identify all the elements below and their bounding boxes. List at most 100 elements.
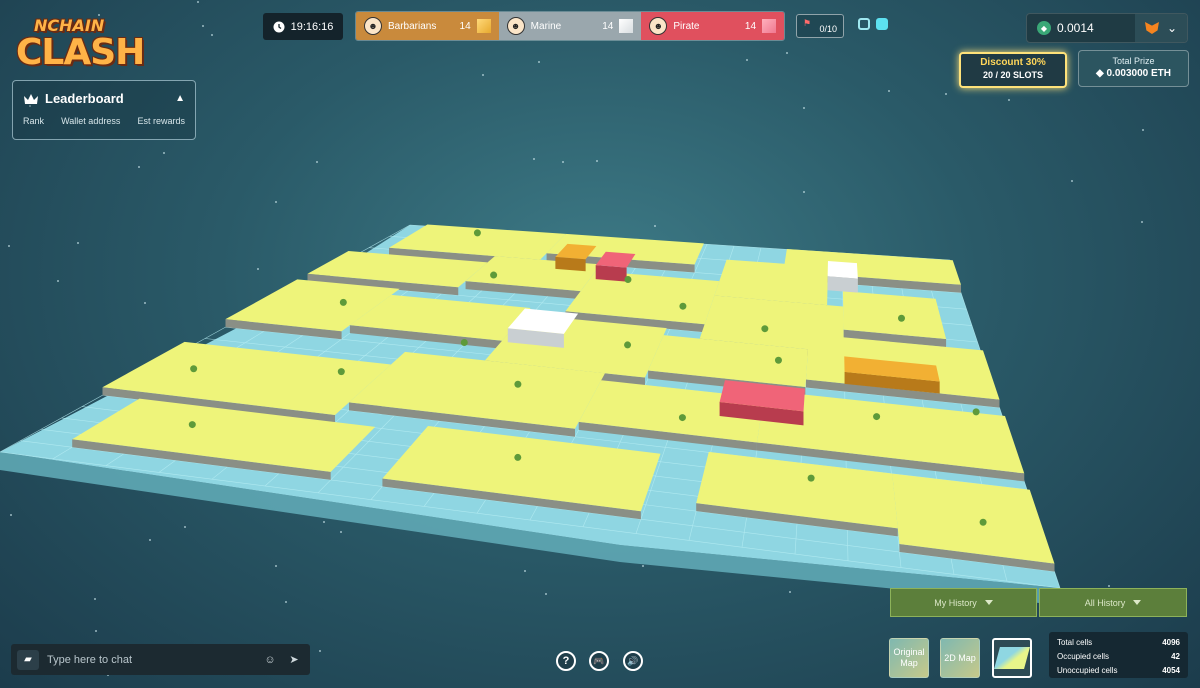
gamepad-button[interactable]: 🎮 bbox=[589, 651, 609, 671]
chevron-down-icon: ⌄ bbox=[1166, 21, 1178, 35]
emoji-icon[interactable]: ☺ bbox=[262, 652, 278, 668]
metamask-dropdown[interactable]: ⌄ bbox=[1135, 14, 1187, 42]
timer-value: 19:16:16 bbox=[290, 20, 334, 33]
tree-icon bbox=[897, 314, 905, 322]
team-count: 14 bbox=[744, 20, 757, 32]
tree-icon bbox=[774, 356, 782, 364]
send-icon[interactable]: ➤ bbox=[286, 652, 302, 668]
my-history-label: My History bbox=[934, 597, 977, 608]
team-barbarians[interactable]: ☻ Barbarians 14 bbox=[356, 12, 499, 40]
triangle-down-icon bbox=[1133, 600, 1142, 605]
2d-map-label: 2D Map bbox=[944, 652, 976, 663]
chat-input[interactable] bbox=[47, 653, 262, 666]
yellow-cube-icon bbox=[476, 19, 491, 33]
eth-icon: ◆ bbox=[1037, 21, 1051, 35]
team-name: Pirate bbox=[673, 20, 700, 32]
logo-main-text: CLASH bbox=[16, 32, 145, 73]
prize-label: Total Prize bbox=[1112, 56, 1155, 66]
marine-block-side bbox=[827, 276, 858, 293]
white-cube-icon bbox=[619, 19, 634, 33]
all-history-label: All History bbox=[1084, 597, 1126, 608]
team-count: 14 bbox=[459, 20, 471, 32]
wallet-widget[interactable]: ◆ 0.0014 ⌄ bbox=[1026, 13, 1188, 43]
flag-icon: ⚑ bbox=[803, 18, 812, 28]
unoccupied-cells-label: Unoccupied cells bbox=[1057, 666, 1118, 675]
unoccupied-cells-value: 4054 bbox=[1162, 666, 1180, 675]
my-history-dropdown[interactable]: My History bbox=[890, 588, 1037, 617]
pirate-block-side bbox=[595, 265, 627, 282]
tree-icon bbox=[190, 365, 198, 373]
3d-map-thumbnail-icon bbox=[994, 647, 1030, 669]
chat-bubble-icon[interactable]: ▰ bbox=[17, 649, 39, 670]
unoccupied-cells-row: Unoccupied cells 4054 bbox=[1057, 664, 1180, 678]
eth-icon: ◆ bbox=[1096, 68, 1107, 79]
game-logo: NCHAIN CLASH bbox=[14, 14, 145, 74]
original-map-button[interactable]: Original Map bbox=[889, 638, 929, 678]
tree-icon bbox=[460, 339, 468, 347]
discount-title: Discount 30% bbox=[980, 57, 1046, 68]
copy-icon[interactable] bbox=[858, 18, 870, 30]
round-timer: 19:16:16 bbox=[263, 13, 343, 40]
barbarian-avatar-icon: ☻ bbox=[364, 17, 382, 35]
leaderboard-panel: Leaderboard ▲ Rank Wallet address Est re… bbox=[12, 80, 196, 140]
team-scores: ☻ Barbarians 14 ☻ Marine 14 ☻ Pirate 14 bbox=[355, 11, 785, 41]
team-pirate[interactable]: ☻ Pirate 14 bbox=[641, 12, 784, 40]
pink-cube-icon bbox=[762, 19, 777, 33]
leaderboard-header[interactable]: Leaderboard ▲ bbox=[23, 91, 185, 106]
speaker-icon: 🔊 bbox=[627, 655, 639, 666]
team-count: 14 bbox=[602, 20, 614, 32]
2d-map-button[interactable]: 2D Map bbox=[940, 638, 980, 678]
tree-icon bbox=[678, 414, 686, 422]
marine-avatar-icon: ☻ bbox=[506, 17, 525, 35]
clock-icon bbox=[273, 21, 285, 32]
tree-icon bbox=[761, 325, 769, 333]
tree-icon bbox=[624, 341, 632, 349]
occupied-cells-label: Occupied cells bbox=[1057, 652, 1110, 661]
metamask-fox-icon bbox=[1144, 22, 1159, 34]
discount-slots: 20 / 20 SLOTS bbox=[982, 70, 1044, 80]
col-rank: Rank bbox=[23, 116, 45, 126]
tree-icon bbox=[490, 271, 498, 279]
tree-icon bbox=[807, 474, 815, 482]
square-icon[interactable] bbox=[876, 18, 888, 30]
crown-icon bbox=[24, 93, 38, 104]
pirate-avatar-icon: ☻ bbox=[649, 17, 668, 35]
barbarian-block-side bbox=[555, 256, 586, 272]
help-button[interactable]: ? bbox=[556, 651, 576, 671]
tree-icon bbox=[339, 298, 347, 306]
cell-stats: Total cells 4096 Occupied cells 42 Unocc… bbox=[1049, 632, 1188, 678]
original-map-label: Original Map bbox=[893, 647, 925, 668]
total-cells-value: 4096 bbox=[1162, 638, 1180, 647]
tree-icon bbox=[624, 276, 632, 284]
team-name: Barbarians bbox=[388, 20, 437, 32]
leaderboard-title: Leaderboard bbox=[45, 91, 124, 106]
chat-bar: ▰ ☺ ➤ bbox=[11, 644, 310, 675]
tree-icon bbox=[514, 453, 522, 461]
team-name: Marine bbox=[530, 20, 562, 32]
tree-icon bbox=[679, 302, 687, 310]
prize-amount: 0.003000 ETH bbox=[1106, 68, 1171, 79]
tree-icon bbox=[337, 368, 345, 376]
flags-counter[interactable]: ⚑ 0/10 bbox=[796, 14, 844, 38]
3d-map-button[interactable] bbox=[992, 638, 1032, 678]
all-history-dropdown[interactable]: All History bbox=[1039, 588, 1187, 617]
occupied-cells-row: Occupied cells 42 bbox=[1057, 650, 1180, 664]
sound-button[interactable]: 🔊 bbox=[623, 651, 643, 671]
discount-badge[interactable]: Discount 30% 20 / 20 SLOTS bbox=[959, 52, 1067, 88]
team-marine[interactable]: ☻ Marine 14 bbox=[498, 12, 642, 40]
tree-icon bbox=[873, 413, 881, 421]
tree-icon bbox=[514, 380, 522, 388]
leaderboard-columns: Rank Wallet address Est rewards bbox=[23, 116, 185, 126]
marine-block bbox=[827, 261, 858, 279]
tree-icon bbox=[473, 229, 481, 237]
total-prize: Total Prize ◆ 0.003000 ETH bbox=[1078, 50, 1189, 87]
flags-value: 0/10 bbox=[819, 24, 837, 34]
gamepad-icon: 🎮 bbox=[593, 655, 605, 666]
col-rewards: Est rewards bbox=[137, 116, 185, 126]
chevron-up-icon[interactable]: ▲ bbox=[175, 93, 185, 104]
triangle-down-icon bbox=[984, 600, 993, 605]
tree-icon bbox=[972, 408, 980, 416]
view-toggle[interactable] bbox=[858, 18, 888, 30]
prize-value: ◆ 0.003000 ETH bbox=[1079, 68, 1188, 79]
total-cells-label: Total cells bbox=[1057, 638, 1093, 647]
